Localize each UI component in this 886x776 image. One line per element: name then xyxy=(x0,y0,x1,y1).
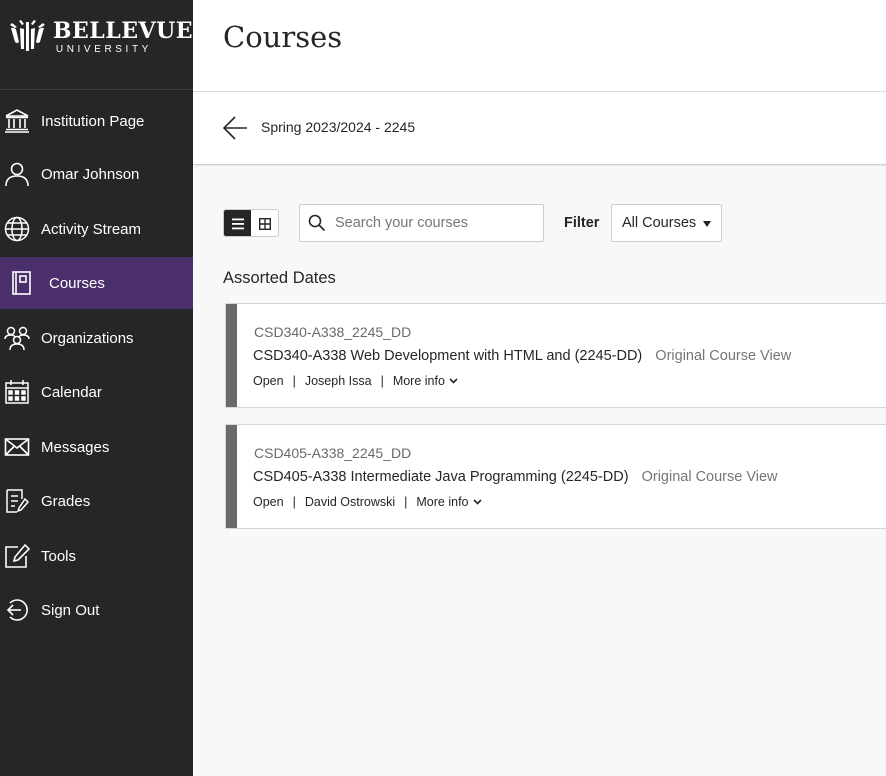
course-color-stripe xyxy=(226,304,237,407)
page-title: Courses xyxy=(223,20,343,54)
search-icon xyxy=(308,214,326,232)
term-bar: Spring 2023/2024 - 2245 xyxy=(193,92,886,165)
sidebar-item-label: Activity Stream xyxy=(41,220,142,238)
calendar-icon xyxy=(4,379,30,405)
more-info-button[interactable]: More info xyxy=(393,374,458,388)
sidebar-item-activity-stream[interactable]: Activity Stream xyxy=(0,203,193,255)
course-card[interactable]: CSD405-A338_2245_DD CSD405-A338 Intermed… xyxy=(225,424,886,529)
grid-view-button[interactable] xyxy=(251,210,278,236)
courses-icon xyxy=(8,270,34,296)
view-toggle xyxy=(223,209,279,237)
grid-icon xyxy=(258,218,271,230)
institution-icon xyxy=(4,108,30,134)
brand-name: BELLEVUE xyxy=(52,18,193,44)
chevron-down-icon xyxy=(449,378,458,384)
brand-subtitle: UNIVERSITY xyxy=(55,44,152,55)
filter-dropdown[interactable]: All Courses xyxy=(611,204,722,242)
section-title: Assorted Dates xyxy=(223,269,336,287)
course-color-stripe xyxy=(226,425,237,528)
sidebar-item-tools[interactable]: Tools xyxy=(0,530,193,582)
sidebar-item-label: Grades xyxy=(41,492,91,510)
sidebar-item-profile[interactable]: Omar Johnson xyxy=(0,148,193,200)
sidebar-item-grades[interactable]: Grades xyxy=(0,475,193,527)
sidebar-item-label: Institution Page xyxy=(41,112,145,130)
sidebar-item-courses[interactable]: Courses xyxy=(0,257,193,309)
sidebar-item-label: Courses xyxy=(49,274,105,292)
course-status: Open xyxy=(253,495,284,509)
course-instructor[interactable]: David Ostrowski xyxy=(305,495,395,509)
course-name-link[interactable]: CSD340-A338 Web Development with HTML an… xyxy=(253,348,642,364)
more-info-button[interactable]: More info xyxy=(416,495,482,509)
bellevue-logo-icon xyxy=(9,20,45,51)
logo[interactable]: BELLEVUE UNIVERSITY xyxy=(0,0,193,90)
course-card[interactable]: CSD340-A338_2245_DD CSD340-A338 Web Deve… xyxy=(225,303,886,408)
sidebar-item-calendar[interactable]: Calendar xyxy=(0,366,193,418)
sidebar-item-institution-page[interactable]: Institution Page xyxy=(0,95,193,147)
more-info-label: More info xyxy=(416,495,469,509)
course-view-type: Original Course View xyxy=(655,348,792,364)
sidebar-item-label: Messages xyxy=(41,438,110,456)
course-instructor[interactable]: Joseph Issa xyxy=(305,374,372,388)
caret-down-icon xyxy=(703,221,711,227)
grades-icon xyxy=(4,488,30,514)
sidebar-item-messages[interactable]: Messages xyxy=(0,421,193,473)
term-label: Spring 2023/2024 - 2245 xyxy=(261,119,416,135)
course-status: Open xyxy=(253,374,284,388)
separator: | xyxy=(380,374,384,388)
separator: | xyxy=(292,374,296,388)
course-view-type: Original Course View xyxy=(641,469,778,485)
course-code: CSD340-A338_2245_DD xyxy=(254,324,412,340)
search-input[interactable] xyxy=(335,215,530,231)
sidebar-item-label: Tools xyxy=(41,547,77,565)
page-header: Courses xyxy=(193,0,886,92)
course-code: CSD405-A338_2245_DD xyxy=(254,445,412,461)
filter-value: All Courses xyxy=(622,215,697,231)
separator: | xyxy=(292,495,296,509)
sidebar-item-label: Sign Out xyxy=(41,601,100,619)
list-icon xyxy=(231,218,244,230)
envelope-icon xyxy=(4,434,30,460)
sidebar-item-label: Organizations xyxy=(41,329,134,347)
globe-icon xyxy=(4,216,30,242)
sidebar-item-label: Omar Johnson xyxy=(41,165,140,183)
sidebar-item-organizations[interactable]: Organizations xyxy=(0,312,193,364)
course-name-link[interactable]: CSD405-A338 Intermediate Java Programmin… xyxy=(253,469,629,485)
filter-label: Filter xyxy=(564,215,600,231)
sign-out-icon xyxy=(4,597,30,623)
user-icon xyxy=(4,161,30,187)
more-info-label: More info xyxy=(392,374,445,388)
back-arrow-icon[interactable] xyxy=(221,114,249,142)
sidebar: BELLEVUE UNIVERSITY Institution Page Oma… xyxy=(0,0,193,776)
sidebar-item-sign-out[interactable]: Sign Out xyxy=(0,584,193,636)
chevron-down-icon xyxy=(472,499,482,505)
sidebar-item-label: Calendar xyxy=(41,383,102,401)
course-search xyxy=(299,204,544,242)
tools-icon xyxy=(4,543,30,569)
list-view-button[interactable] xyxy=(224,210,251,236)
organizations-icon xyxy=(4,325,30,351)
separator: | xyxy=(404,495,408,509)
